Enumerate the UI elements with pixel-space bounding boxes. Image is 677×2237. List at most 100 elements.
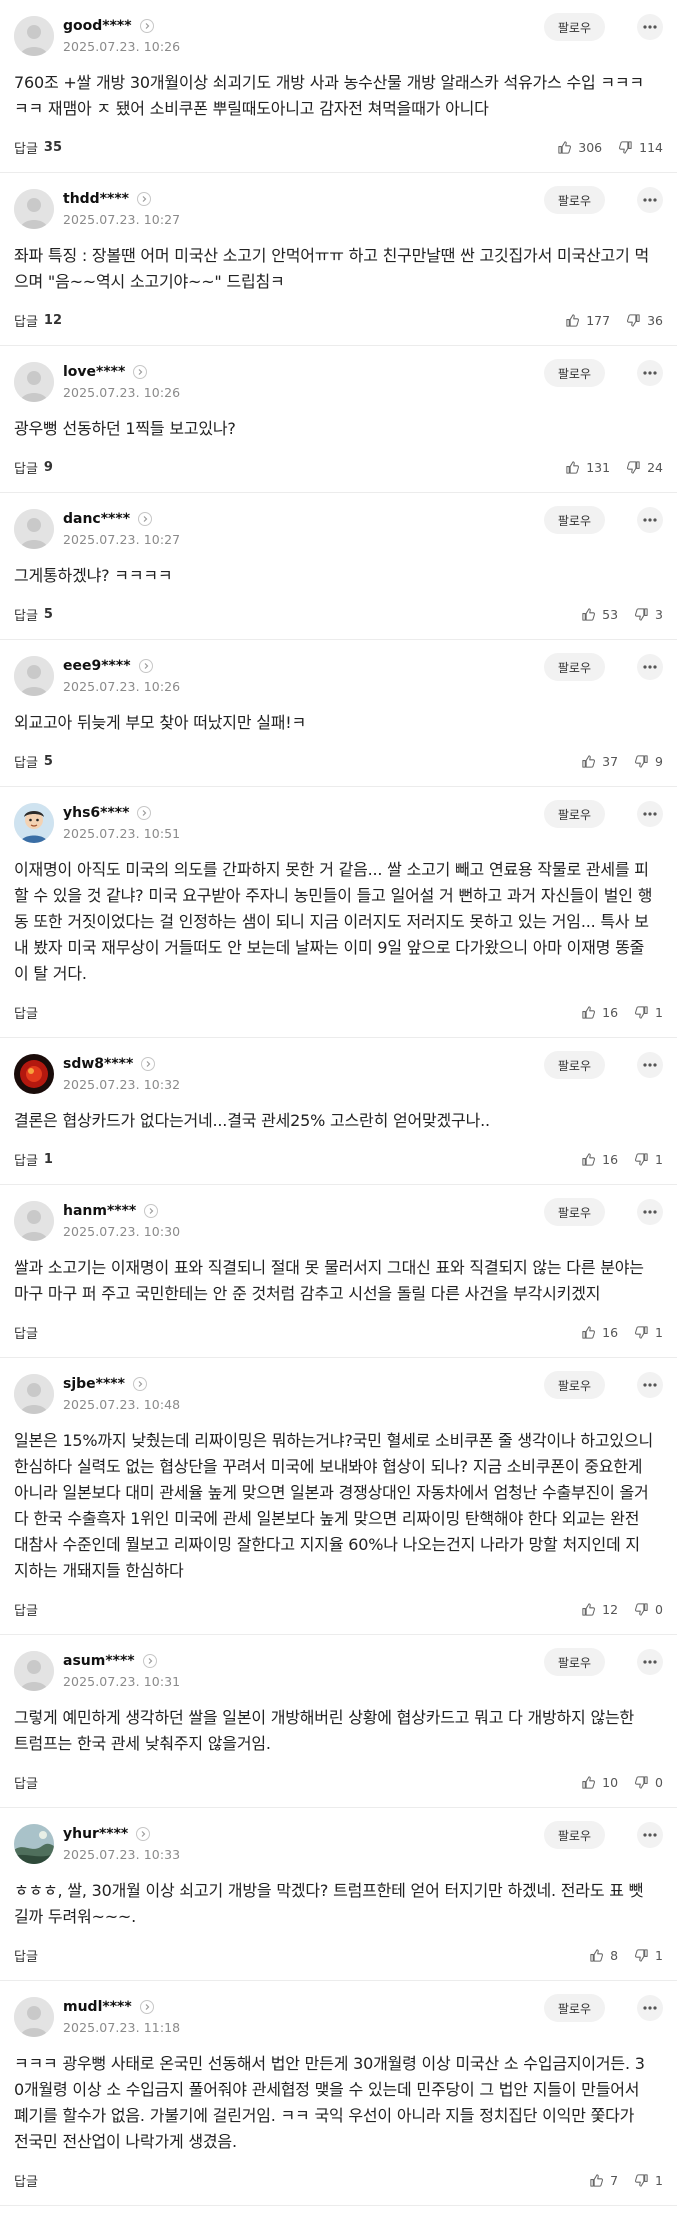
profile-arrow-icon[interactable] bbox=[136, 1826, 151, 1841]
avatar[interactable] bbox=[14, 1374, 54, 1414]
username[interactable]: hanm**** bbox=[63, 1203, 136, 1219]
avatar[interactable] bbox=[14, 1997, 54, 2037]
dislike-button[interactable]: 1 bbox=[634, 2173, 663, 2188]
like-button[interactable]: 16 bbox=[581, 1005, 618, 1020]
more-options-icon[interactable] bbox=[637, 1822, 663, 1848]
avatar[interactable] bbox=[14, 803, 54, 843]
username[interactable]: yhs6**** bbox=[63, 805, 129, 821]
follow-button[interactable]: 팔로우 bbox=[543, 1648, 605, 1676]
reply-button[interactable]: 답글 bbox=[14, 1773, 44, 1792]
dislike-button[interactable]: 1 bbox=[634, 1325, 663, 1340]
avatar[interactable] bbox=[14, 1824, 54, 1864]
more-options-icon[interactable] bbox=[637, 507, 663, 533]
more-options-icon[interactable] bbox=[637, 1995, 663, 2021]
avatar[interactable] bbox=[14, 16, 54, 56]
avatar[interactable] bbox=[14, 1201, 54, 1241]
reply-button[interactable]: 답글 bbox=[14, 2171, 44, 2190]
more-options-icon[interactable] bbox=[637, 1199, 663, 1225]
dislike-button[interactable]: 24 bbox=[626, 460, 663, 475]
more-options-icon[interactable] bbox=[637, 1372, 663, 1398]
profile-arrow-icon[interactable] bbox=[132, 1376, 147, 1391]
profile-arrow-icon[interactable] bbox=[138, 511, 153, 526]
username[interactable]: good**** bbox=[63, 18, 132, 34]
profile-arrow-icon[interactable] bbox=[142, 1653, 157, 1668]
like-button[interactable]: 7 bbox=[589, 2173, 618, 2188]
like-button[interactable]: 16 bbox=[581, 1325, 618, 1340]
reply-button[interactable]: 답글 1 bbox=[14, 1150, 53, 1169]
like-button[interactable]: 131 bbox=[565, 460, 610, 475]
dislike-button[interactable]: 0 bbox=[634, 1775, 663, 1790]
more-options-icon[interactable] bbox=[637, 1052, 663, 1078]
follow-button[interactable]: 팔로우 bbox=[543, 800, 605, 828]
username[interactable]: danc**** bbox=[63, 511, 130, 527]
more-options-icon[interactable] bbox=[637, 654, 663, 680]
avatar[interactable] bbox=[14, 1054, 54, 1094]
username[interactable]: sdw8**** bbox=[63, 1056, 133, 1072]
more-options-icon[interactable] bbox=[637, 360, 663, 386]
dislike-button[interactable]: 0 bbox=[634, 1602, 663, 1617]
follow-button[interactable]: 팔로우 bbox=[543, 1821, 605, 1849]
profile-arrow-icon[interactable] bbox=[144, 1203, 159, 1218]
reply-count: 5 bbox=[43, 606, 53, 622]
profile-arrow-icon[interactable] bbox=[139, 1999, 154, 2014]
dislike-button[interactable]: 1 bbox=[634, 1948, 663, 1963]
like-button[interactable]: 53 bbox=[581, 607, 618, 622]
profile-arrow-icon[interactable] bbox=[137, 191, 151, 206]
like-button[interactable]: 16 bbox=[581, 1152, 618, 1167]
username[interactable]: yhur**** bbox=[63, 1826, 128, 1842]
username[interactable]: sjbe**** bbox=[63, 1376, 125, 1392]
dislike-button[interactable]: 1 bbox=[634, 1152, 663, 1167]
username[interactable]: mudl**** bbox=[63, 1999, 132, 2015]
thumbs-up-icon bbox=[581, 1602, 602, 1617]
dislike-button[interactable]: 3 bbox=[634, 607, 663, 622]
profile-arrow-icon[interactable] bbox=[139, 18, 154, 33]
reply-button[interactable]: 답글 9 bbox=[14, 458, 53, 477]
username[interactable]: love**** bbox=[63, 364, 125, 380]
follow-button[interactable]: 팔로우 bbox=[543, 1371, 605, 1399]
more-options-icon[interactable] bbox=[637, 187, 663, 213]
follow-button[interactable]: 팔로우 bbox=[543, 13, 605, 41]
dislike-button[interactable]: 9 bbox=[634, 754, 663, 769]
reply-button[interactable]: 답글 bbox=[14, 1323, 44, 1342]
more-options-icon[interactable] bbox=[637, 1649, 663, 1675]
avatar[interactable] bbox=[14, 656, 54, 696]
avatar[interactable] bbox=[14, 189, 54, 229]
comment-date: 2025.07.23. 10:27 bbox=[63, 212, 181, 227]
like-button[interactable]: 177 bbox=[565, 313, 610, 328]
profile-arrow-icon[interactable] bbox=[138, 658, 153, 673]
like-button[interactable]: 37 bbox=[581, 754, 618, 769]
follow-button[interactable]: 팔로우 bbox=[543, 359, 605, 387]
like-button[interactable]: 8 bbox=[589, 1948, 618, 1963]
reply-button[interactable]: 답글 bbox=[14, 1003, 44, 1022]
reply-button[interactable]: 답글 12 bbox=[14, 311, 62, 330]
profile-arrow-icon[interactable] bbox=[141, 1056, 156, 1071]
like-button[interactable]: 10 bbox=[581, 1775, 618, 1790]
reply-button[interactable]: 답글 5 bbox=[14, 752, 53, 771]
dislike-button[interactable]: 114 bbox=[618, 140, 663, 155]
follow-button[interactable]: 팔로우 bbox=[543, 506, 605, 534]
avatar[interactable] bbox=[14, 509, 54, 549]
follow-button[interactable]: 팔로우 bbox=[543, 186, 605, 214]
like-button[interactable]: 306 bbox=[557, 140, 602, 155]
username[interactable]: thdd**** bbox=[63, 191, 129, 207]
username[interactable]: eee9**** bbox=[63, 658, 131, 674]
like-button[interactable]: 12 bbox=[581, 1602, 618, 1617]
follow-button[interactable]: 팔로우 bbox=[543, 1051, 605, 1079]
reply-button[interactable]: 답글 5 bbox=[14, 605, 53, 624]
more-options-icon[interactable] bbox=[637, 14, 663, 40]
dislike-button[interactable]: 1 bbox=[634, 1005, 663, 1020]
profile-arrow-icon[interactable] bbox=[133, 364, 148, 379]
reply-button[interactable]: 답글 bbox=[14, 1600, 44, 1619]
dislike-button[interactable]: 36 bbox=[626, 313, 663, 328]
username[interactable]: asum**** bbox=[63, 1653, 135, 1669]
profile-arrow-icon[interactable] bbox=[137, 805, 152, 820]
more-options-icon[interactable] bbox=[637, 801, 663, 827]
follow-button[interactable]: 팔로우 bbox=[543, 1198, 605, 1226]
follow-button[interactable]: 팔로우 bbox=[543, 653, 605, 681]
reply-button[interactable]: 답글 bbox=[14, 1946, 44, 1965]
name-row: eee9**** bbox=[63, 656, 180, 675]
follow-button[interactable]: 팔로우 bbox=[543, 1994, 605, 2022]
avatar[interactable] bbox=[14, 1651, 54, 1691]
avatar[interactable] bbox=[14, 362, 54, 402]
reply-button[interactable]: 답글 35 bbox=[14, 138, 62, 157]
